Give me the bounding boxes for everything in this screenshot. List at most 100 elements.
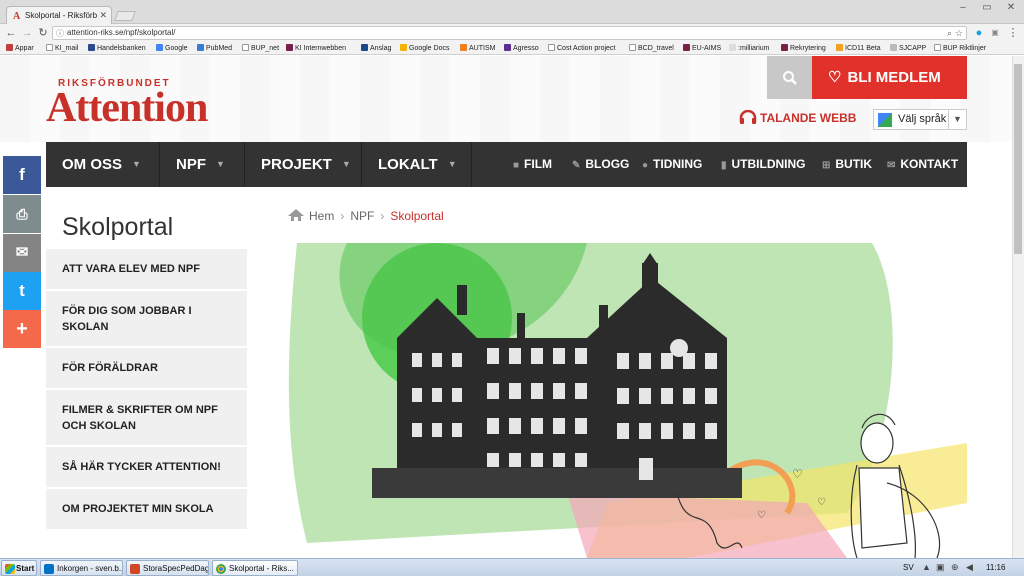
nav-item-projekt[interactable]: PROJEKT ▼ [245, 142, 362, 187]
bookmark-item[interactable]: Google [156, 44, 188, 52]
reload-icon[interactable]: ↻ [36, 26, 50, 40]
nav-label: OM OSS [62, 156, 123, 173]
breadcrumb-home[interactable]: Hem [309, 209, 334, 223]
browser-menu-icon[interactable]: ⋮ [1006, 26, 1020, 40]
film-icon: ■ [513, 160, 520, 171]
bookmark-star-icon[interactable]: ☆ [955, 28, 963, 39]
web-page: RIKSFÖRBUNDET Attention ♡ BLI MEDLEM TALA… [0, 56, 1012, 558]
email-share-button[interactable]: ✉ [3, 234, 41, 272]
nav-label: BLOGG [585, 157, 630, 171]
new-tab-button[interactable] [114, 11, 136, 21]
bookmark-item[interactable]: SJCAPP [890, 44, 926, 52]
tray-arrow-icon[interactable]: ▲ [922, 562, 931, 572]
bookmark-item[interactable]: KI_mail [46, 44, 78, 52]
nav-item-tidning[interactable]: ● TIDNING [642, 142, 702, 187]
sidebar-item-foraldrar[interactable]: FÖR FÖRÄLDRAR [46, 348, 247, 388]
attention-favicon-icon: A [13, 11, 21, 22]
taskbar-item-label: StoraSpecPedDag... [143, 564, 209, 573]
start-label: Start [16, 564, 35, 573]
google-translate-icon [878, 113, 892, 127]
nav-item-npf[interactable]: NPF ▼ [160, 142, 245, 187]
sidebar-item-sa-har-tycker[interactable]: SÅ HÄR TYCKER ATTENTION! [46, 447, 247, 487]
bookmark-item[interactable]: Google Docs [400, 44, 449, 52]
minimize-icon[interactable]: ‒ [952, 0, 974, 18]
bookmark-item[interactable]: Cost Action project [548, 44, 615, 52]
bookmark-item[interactable]: Rekrytering [781, 44, 826, 52]
taskbar-item-label: Inkorgen - sven.b... [57, 564, 123, 573]
print-icon: ⎙ [16, 206, 28, 222]
print-button[interactable]: ⎙ [3, 195, 41, 233]
nav-item-butik[interactable]: ⊞ BUTIK [822, 142, 872, 187]
home-icon[interactable] [287, 208, 305, 222]
window-close-icon[interactable]: ✕ [1000, 0, 1022, 18]
more-share-button[interactable]: + [3, 310, 41, 348]
tray-sync-icon[interactable]: ⊕ [951, 562, 959, 573]
language-indicator[interactable]: SV [903, 563, 914, 572]
taskbar-item-label: Skolportal - Riks... [229, 564, 294, 573]
bookmark-item[interactable]: :milliarium [729, 44, 770, 52]
twitter-icon: t [19, 281, 25, 300]
tray-volume-icon[interactable]: ◀ [966, 562, 973, 573]
nav-item-utbildning[interactable]: ▮ UTBILDNING [721, 142, 806, 187]
bookmark-item[interactable]: BUP Riktlinjer [934, 44, 986, 52]
bookmark-item[interactable]: Agresso [504, 44, 539, 52]
bookmark-item[interactable]: BUP_net [242, 44, 279, 52]
nav-item-blogg[interactable]: ✎ BLOGG [572, 142, 629, 187]
become-member-button[interactable]: ♡ BLI MEDLEM [812, 56, 967, 99]
site-info-icon[interactable]: ⓘ [56, 28, 64, 39]
bookmark-item[interactable]: Appar [6, 44, 34, 52]
language-select[interactable]: Välj språk ▼ [873, 109, 967, 130]
bookmark-item[interactable]: PubMed [197, 44, 232, 52]
talande-label: TALANDE WEBB [760, 111, 857, 125]
address-toolbar: ← → ↻ ⓘ attention-riks.se/npf/skolportal… [0, 24, 1024, 42]
facebook-share-button[interactable]: f [3, 156, 41, 194]
language-select-label: Välj språk [898, 113, 947, 125]
nav-item-kontakt[interactable]: ✉ KONTAKT [887, 142, 958, 187]
start-button[interactable]: Start [1, 560, 37, 576]
bookmark-item[interactable]: KI Internwebben [286, 44, 346, 52]
clock[interactable]: 11:16 [986, 563, 1005, 572]
nav-item-lokalt[interactable]: LOKALT ▼ [362, 142, 472, 187]
browser-tab[interactable]: A Skolportal - Riksförb ✕ [6, 6, 112, 24]
twitter-share-button[interactable]: t [3, 272, 41, 310]
search-button[interactable] [767, 56, 812, 99]
breadcrumb-npf[interactable]: NPF [350, 209, 374, 223]
url-input[interactable]: ⓘ attention-riks.se/npf/skolportal/ ⌕ ☆ [52, 26, 967, 40]
mail-icon: ✉ [887, 160, 896, 171]
nav-item-film[interactable]: ■ FILM [513, 142, 552, 187]
chrome-icon [216, 564, 226, 574]
tray-monitor-icon[interactable]: ▣ [936, 562, 945, 573]
taskbar-item-powerpoint[interactable]: StoraSpecPedDag... [126, 560, 209, 576]
chevron-down-icon: ▼ [447, 159, 457, 169]
nav-label: BUTIK [835, 157, 873, 171]
bookmark-item[interactable]: ICD11 Beta [836, 44, 881, 52]
sidebar-item-filmer-skrifter[interactable]: FILMER & SKRIFTER OM NPF OCH SKOLAN [46, 390, 247, 445]
breadcrumb: Hem › NPF › Skolportal [287, 208, 444, 223]
taskbar-item-chrome[interactable]: Skolportal - Riks... [212, 560, 298, 576]
taskbar-item-outlook[interactable]: Inkorgen - sven.b... [40, 560, 123, 576]
sidebar-item-att-vara-elev[interactable]: ATT VARA ELEV MED NPF [46, 249, 247, 289]
sidebar-item-jobbar-i-skolan[interactable]: FÖR DIG SOM JOBBAR I SKOLAN [46, 291, 247, 346]
back-icon[interactable]: ← [4, 26, 18, 40]
browser-titlebar: A Skolportal - Riksförb ✕ ‒ ▭ ✕ [0, 0, 1024, 24]
tab-close-icon[interactable]: ✕ [99, 10, 107, 21]
sidebar-item-min-skola[interactable]: OM PROJEKTET MIN SKOLA [46, 489, 247, 529]
skype-extension-icon[interactable]: ● [972, 26, 986, 40]
nav-item-om-oss[interactable]: OM OSS ▼ [46, 142, 160, 187]
bookmark-item[interactable]: EU-AIMS [683, 44, 721, 52]
outlook-icon [44, 564, 54, 574]
mail-icon: ✉ [15, 244, 29, 261]
bookmark-item[interactable]: AUTISM [460, 44, 495, 52]
forward-icon[interactable]: → [20, 26, 34, 40]
bookmark-item[interactable]: BCD_travel [629, 44, 674, 52]
maximize-icon[interactable]: ▭ [976, 0, 998, 18]
hero-image: ♡ ♡ ♡ [287, 243, 967, 558]
talande-webb-link[interactable]: TALANDE WEBB [739, 109, 857, 125]
extension-icon[interactable]: ▣ [988, 26, 1002, 40]
scrollbar-thumb[interactable] [1014, 64, 1022, 254]
bookmark-item[interactable]: Anslag [361, 44, 391, 52]
main-nav: OM OSS ▼ NPF ▼ PROJEKT ▼ LOKALT ▼ ■ FILM ✎ BLO… [46, 142, 967, 187]
taskbar: Start Inkorgen - sven.b... StoraSpecPedD… [0, 558, 1024, 576]
zoom-icon[interactable]: ⌕ [947, 28, 952, 39]
bookmark-item[interactable]: Handelsbanken [88, 44, 146, 52]
